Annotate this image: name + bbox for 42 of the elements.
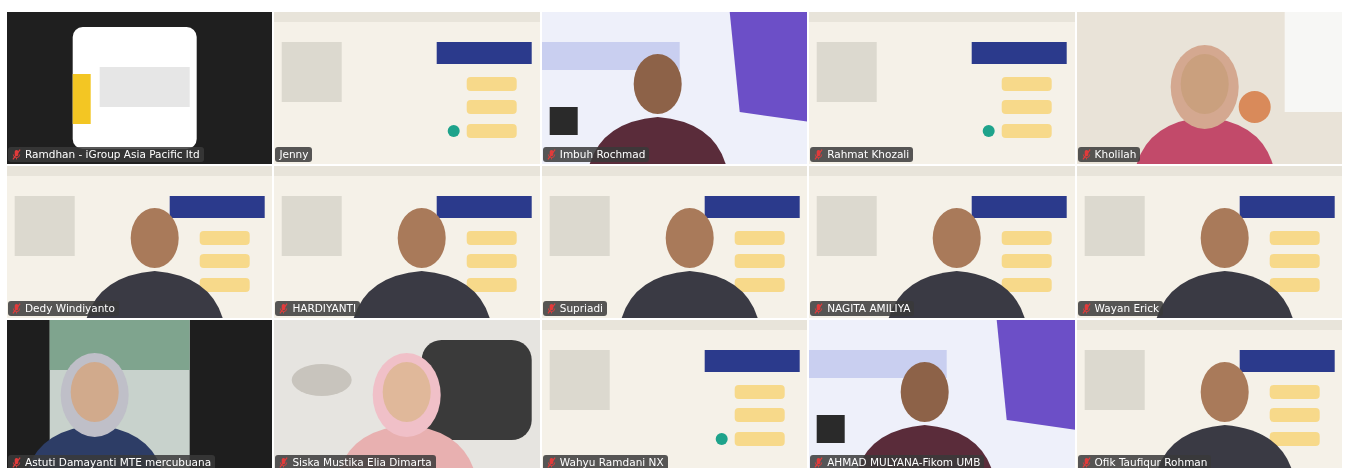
participant-name: Wayan Erick xyxy=(1094,303,1160,314)
video-tile[interactable]: Dedy Windiyanto xyxy=(7,166,273,318)
participant-name: Siska Mustika Elia Dimarta xyxy=(292,457,432,468)
muted-microphone-icon xyxy=(279,457,289,468)
participant-name: Wahyu Ramdani NX xyxy=(559,457,664,468)
muted-microphone-icon xyxy=(814,149,824,160)
video-tile[interactable]: NAGITA AMILIYA xyxy=(809,166,1075,318)
participant-name: Dedy Windiyanto xyxy=(25,303,115,314)
muted-microphone-icon xyxy=(1081,457,1091,468)
muted-microphone-icon xyxy=(546,303,556,314)
muted-microphone-icon xyxy=(279,303,289,314)
participant-name: Ofik Taufiqur Rohman xyxy=(1094,457,1208,468)
video-tile[interactable]: Supriadi xyxy=(541,166,808,318)
muted-microphone-icon xyxy=(12,303,21,314)
video-tile[interactable]: Rahmat Khozali xyxy=(809,12,1075,164)
muted-microphone-icon xyxy=(12,457,21,468)
participant-name: Ramdhan - iGroup Asia Pacific ltd xyxy=(25,149,200,160)
participant-name: Rahmat Khozali xyxy=(827,149,910,160)
muted-microphone-icon xyxy=(1081,303,1091,314)
video-tile[interactable]: Imbuh Rochmad xyxy=(541,12,808,164)
participant-name: Supriadi xyxy=(559,303,604,314)
participant-name: HARDIYANTI xyxy=(292,303,357,314)
muted-microphone-icon xyxy=(12,149,21,160)
muted-microphone-icon xyxy=(1081,149,1091,160)
video-tile[interactable]: Wahyu Ramdani NX xyxy=(541,320,808,468)
muted-microphone-icon xyxy=(546,457,556,468)
video-tile[interactable]: AHMAD MULYANA-Fikom UMB xyxy=(809,320,1075,468)
video-tile[interactable]: HARDIYANTI xyxy=(274,166,540,318)
participant-name: Astuti Damayanti MTE mercubuana xyxy=(25,457,212,468)
participant-name: Kholilah xyxy=(1094,149,1137,160)
muted-microphone-icon xyxy=(814,303,824,314)
participant-name: NAGITA AMILIYA xyxy=(827,303,911,314)
participant-name: Jenny xyxy=(279,149,309,160)
video-tile[interactable]: Siska Mustika Elia Dimarta xyxy=(274,320,540,468)
participant-name: Imbuh Rochmad xyxy=(559,149,646,160)
video-tile[interactable]: Jenny xyxy=(274,12,540,164)
muted-microphone-icon xyxy=(814,457,824,468)
video-tile[interactable]: Kholilah xyxy=(1076,12,1342,164)
participant-name: AHMAD MULYANA-Fikom UMB xyxy=(827,457,981,468)
muted-microphone-icon xyxy=(546,149,556,160)
video-tile[interactable]: Ofik Taufiqur Rohman xyxy=(1076,320,1342,468)
video-tile[interactable]: Wayan Erick xyxy=(1076,166,1342,318)
